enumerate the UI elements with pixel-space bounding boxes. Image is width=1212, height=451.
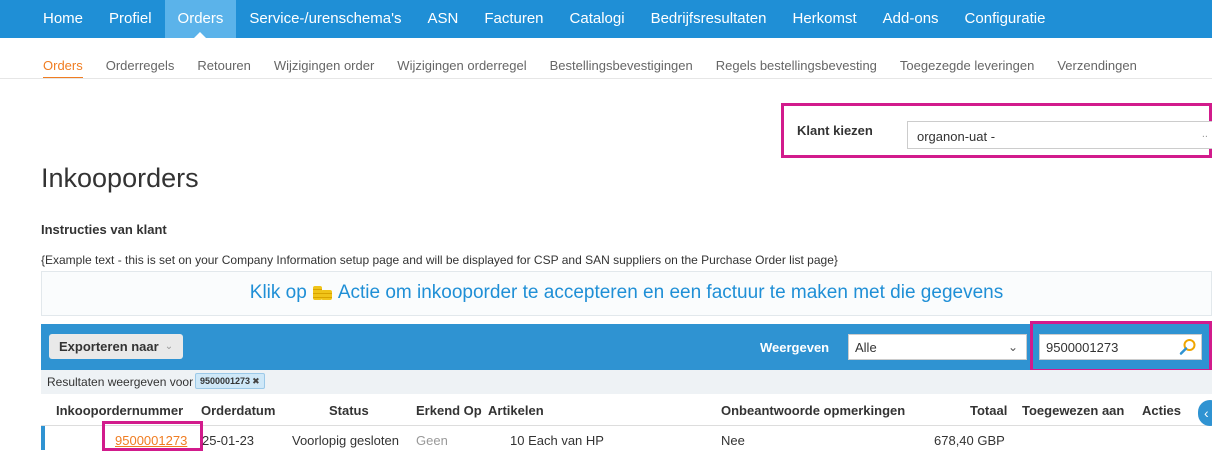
row-marker	[41, 426, 45, 450]
order-highlight	[102, 421, 203, 451]
subnav-order-changes[interactable]: Wijzigingen order	[274, 49, 374, 78]
active-filter-row: Resultaten weergeven voor 9500001273 ✖	[41, 370, 1212, 394]
col-order-date[interactable]: Orderdatum	[201, 403, 275, 418]
action-hint-banner: Klik op Actie om inkooporder te accepter…	[41, 271, 1212, 316]
table-header: Inkoopordernummer Orderdatum Status Erke…	[41, 395, 1212, 426]
subnav-confirmation-lines[interactable]: Regels bestellingsbevesting	[716, 49, 877, 78]
export-button[interactable]: Exporteren naar ⌄	[49, 334, 184, 359]
subnav-orders[interactable]: Orders	[43, 49, 83, 78]
search-input[interactable]: 9500001273	[1039, 334, 1202, 360]
col-total[interactable]: Totaal	[970, 403, 1007, 418]
order-total: 678,40 GBP	[934, 433, 1005, 448]
nav-profile[interactable]: Profiel	[96, 0, 165, 38]
subnav-shipments[interactable]: Verzendingen	[1057, 49, 1137, 78]
col-items[interactable]: Artikelen	[488, 403, 544, 418]
customer-picker-highlight: Klant kiezen organon-uat - ..	[781, 103, 1212, 158]
filter-chip-text: 9500001273	[200, 376, 251, 386]
chevron-down-icon: ⌄	[1007, 340, 1018, 354]
customer-label: Klant kiezen	[797, 123, 873, 138]
nav-orders[interactable]: Orders	[164, 0, 237, 39]
col-assigned-to[interactable]: Toegewezen aan	[1022, 403, 1124, 418]
export-button-label: Exporteren naar	[59, 339, 159, 354]
nav-catalogs[interactable]: Catalogi	[557, 0, 638, 38]
coins-icon	[312, 284, 332, 302]
subnav-order-lines[interactable]: Orderregels	[106, 49, 175, 78]
page-title: Inkooporders	[41, 163, 199, 193]
nav-home[interactable]: Home	[0, 0, 96, 38]
search-highlight: 9500001273	[1030, 321, 1212, 372]
filter-chip[interactable]: 9500001273 ✖	[195, 373, 265, 389]
nav-add-ons[interactable]: Add-ons	[870, 0, 952, 38]
nav-origin[interactable]: Herkomst	[779, 0, 869, 38]
chevron-down-icon: ⌄	[164, 341, 174, 352]
subnav-returns[interactable]: Retouren	[197, 49, 250, 78]
col-actions: Acties	[1142, 403, 1182, 418]
table-row[interactable]: 9500001273 25-01-23 Voorlopig gesloten G…	[41, 421, 1212, 451]
col-acknowledged[interactable]: Erkend Op	[416, 403, 482, 418]
col-unanswered-comments[interactable]: Onbeantwoorde opmerkingen	[721, 403, 905, 418]
subnav-order-confirmations[interactable]: Bestellingsbevestigingen	[550, 49, 693, 78]
show-label: Weergeven	[760, 340, 830, 355]
customer-select-value: organon-uat -	[917, 129, 996, 144]
order-acknowledged: Geen	[416, 433, 448, 448]
dropdown-dots-icon: ..	[1201, 128, 1208, 140]
instructions-text: {Example text - this is set on your Comp…	[41, 253, 838, 267]
remove-filter-icon[interactable]: ✖	[252, 376, 260, 386]
col-order-number[interactable]: Inkoopordernummer	[56, 403, 183, 418]
order-comments: Nee	[721, 433, 745, 448]
nav-asn[interactable]: ASN	[414, 0, 471, 38]
customer-select[interactable]: organon-uat - ..	[907, 121, 1212, 149]
banner-text-before: Klik op	[249, 282, 307, 303]
sub-nav: Orders Orderregels Retouren Wijzigingen …	[0, 49, 1212, 79]
subnav-order-line-changes[interactable]: Wijzigingen orderregel	[397, 49, 526, 78]
search-input-value: 9500001273	[1046, 340, 1119, 355]
order-date: 25-01-23	[202, 433, 255, 448]
order-items: 10 Each van HP	[510, 433, 604, 448]
main-nav: Home Profiel Orders Service-/urenschema'…	[0, 0, 1212, 39]
show-filter-select[interactable]: Alle ⌄	[848, 334, 1027, 360]
show-filter-value: Alle	[855, 340, 877, 355]
nav-service-timesheets[interactable]: Service-/urenschema's	[236, 0, 414, 38]
subnav-committed-deliveries[interactable]: Toegezegde leveringen	[900, 49, 1034, 78]
banner-text-after: Actie om inkooporder te accepteren en ee…	[337, 282, 1004, 303]
col-status[interactable]: Status	[329, 403, 369, 418]
table-toolbar: Exporteren naar ⌄ Weergeven Alle ⌄ 95000…	[41, 321, 1212, 372]
filter-label: Resultaten weergeven voor	[47, 375, 194, 389]
nav-business-results[interactable]: Bedrijfsresultaten	[638, 0, 780, 38]
order-status: Voorlopig gesloten	[292, 433, 399, 448]
instructions-title: Instructies van klant	[41, 222, 167, 237]
search-icon[interactable]	[1179, 338, 1197, 356]
nav-invoices[interactable]: Facturen	[471, 0, 556, 38]
nav-configuration[interactable]: Configuratie	[952, 0, 1059, 38]
